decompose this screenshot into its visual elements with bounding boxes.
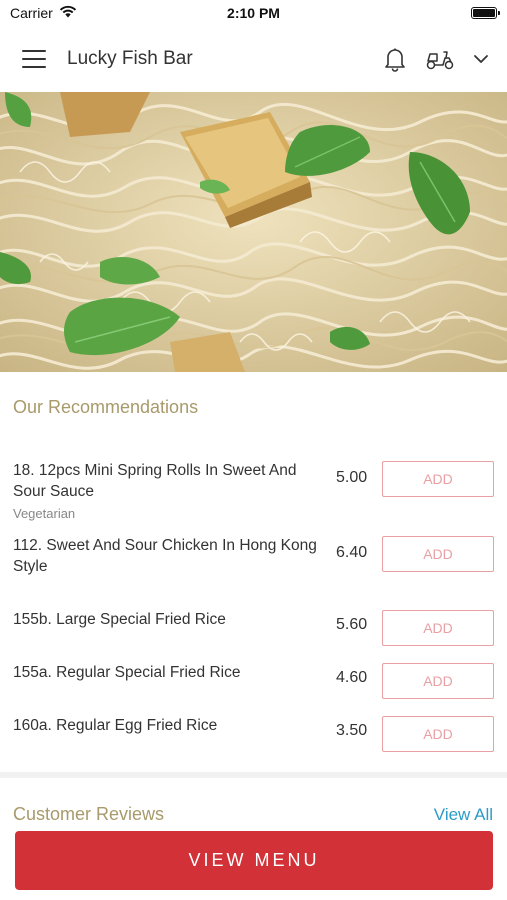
chevron-down-icon[interactable] [473,54,489,64]
status-left: Carrier [10,5,77,21]
item-name: 18. 12pcs Mini Spring Rolls In Sweet And… [13,462,297,500]
bell-icon[interactable] [383,46,407,72]
wifi-icon [59,5,77,21]
item-name: 155a. Regular Special Fried Rice [13,664,241,681]
noodles-photo [0,92,507,372]
item-price: 3.50 [336,722,368,739]
app-header: Lucky Fish Bar [0,26,507,92]
add-button[interactable]: ADD [382,461,494,497]
view-menu-button[interactable]: VIEW MENU [15,831,493,890]
menu-icon[interactable] [22,50,46,68]
view-all-link[interactable]: View All [434,805,493,825]
hero-image [0,92,507,372]
item-price: 4.60 [336,669,368,686]
battery-icon [471,7,500,19]
add-button[interactable]: ADD [382,536,494,572]
item-name: 160a. Regular Egg Fried Rice [13,717,218,734]
add-button[interactable]: ADD [382,610,494,646]
status-bar: Carrier 2:10 PM [0,0,507,26]
recommendations-title: Our Recommendations [13,397,199,417]
item-price: 6.40 [336,544,368,561]
restaurant-title: Lucky Fish Bar [67,48,193,69]
item-price: 5.60 [336,616,368,633]
scooter-icon[interactable] [425,47,455,71]
item-price: 5.00 [336,469,368,486]
carrier-label: Carrier [10,5,53,21]
add-button[interactable]: ADD [382,716,494,752]
item-subtitle: Vegetarian [13,506,76,521]
reviews-title: Customer Reviews [13,804,165,824]
header-actions [383,46,489,72]
item-name: 155b. Large Special Fried Rice [13,611,226,628]
section-divider [0,772,507,778]
item-name: 112. Sweet And Sour Chicken In Hong Kong… [13,537,317,575]
add-button[interactable]: ADD [382,663,494,699]
